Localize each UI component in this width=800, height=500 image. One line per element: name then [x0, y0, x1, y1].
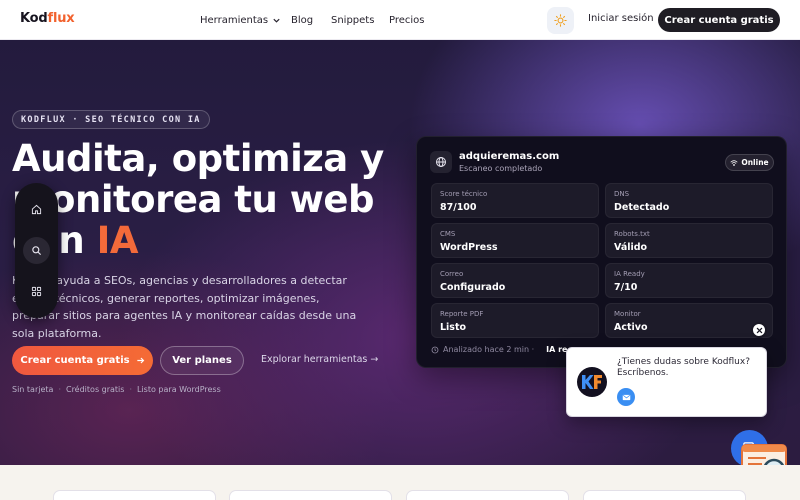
site-header: Kodflux Herramientas Blog Snippets Preci…: [0, 0, 800, 40]
stat-dns: DNS Detectado: [605, 183, 773, 218]
hero-description: Kodflux ayuda a SEOs, agencias y desarro…: [12, 274, 357, 340]
globe-icon: [436, 157, 446, 167]
chat-close-button[interactable]: [751, 322, 767, 338]
stat-pdf-report: Reporte PDF Listo: [431, 303, 599, 338]
separator-dot: ·: [58, 385, 61, 394]
home-icon: [31, 204, 42, 215]
chat-email-button[interactable]: [617, 388, 635, 406]
stat-robots: Robots.txt Válido: [605, 223, 773, 258]
nav-precios[interactable]: Precios: [389, 15, 425, 26]
explore-tools-link[interactable]: Explorar herramientas →: [261, 354, 378, 365]
features-section: [0, 465, 800, 500]
kodflux-avatar-logo: [577, 367, 607, 397]
scan-status: Escaneo completado: [459, 164, 543, 173]
separator-dot: ·: [129, 385, 132, 394]
stat-score: Score técnico 87/100: [431, 183, 599, 218]
feature-card: [406, 490, 569, 500]
create-account-button[interactable]: Crear cuenta gratis: [658, 8, 780, 32]
chat-popup: ¿Tienes dudas sobre Kodflux? Escríbenos.: [566, 347, 767, 417]
floating-toolbar: [15, 183, 58, 318]
login-link[interactable]: Iniciar sesión: [588, 13, 654, 24]
sun-icon: [554, 14, 567, 27]
nav-blog[interactable]: Blog: [291, 15, 313, 26]
footnote: Créditos gratis: [65, 385, 125, 394]
scanned-domain: adquieremas.com: [459, 151, 560, 162]
kodflux-logo[interactable]: Kodflux: [20, 11, 75, 26]
hero-footnotes: Sin tarjeta · Créditos gratis · Listo pa…: [12, 385, 221, 394]
toolbar-apps-button[interactable]: [23, 278, 50, 305]
footnote: Sin tarjeta: [12, 385, 54, 394]
view-plans-button[interactable]: Ver planes: [160, 346, 244, 375]
online-status-badge: Online: [725, 154, 774, 171]
toolbar-home-button[interactable]: [23, 196, 50, 223]
nav-snippets[interactable]: Snippets: [331, 15, 374, 26]
hero-create-account-button[interactable]: Crear cuenta gratis: [12, 346, 153, 375]
dashboard-card: adquieremas.com Escaneo completado Onlin…: [416, 136, 787, 368]
theme-toggle-button[interactable]: [547, 7, 574, 34]
chevron-down-icon: [273, 18, 280, 23]
hero-badge: KODFLUX · SEO TÉCNICO CON IA: [12, 110, 210, 129]
hero-headline: Audita, optimiza y monitorea tu web con …: [12, 137, 384, 262]
feature-card: [583, 490, 746, 500]
nav-herramientas[interactable]: Herramientas: [200, 15, 281, 26]
kf-logo-icon: [582, 375, 602, 389]
chat-message: ¿Tienes dudas sobre Kodflux? Escríbenos.: [617, 357, 750, 378]
clock-icon: [431, 346, 439, 353]
feature-card: [53, 490, 216, 500]
stat-monitor: Monitor Activo: [605, 303, 773, 338]
feature-card: [229, 490, 392, 500]
wifi-icon: [730, 159, 738, 166]
close-icon: [756, 327, 762, 333]
stat-ia-ready: IA Ready 7/10: [605, 263, 773, 298]
mail-icon: [622, 394, 630, 400]
toolbar-search-button[interactable]: [23, 237, 50, 264]
search-icon: [32, 246, 42, 256]
globe-icon-wrap: [430, 151, 452, 173]
arrow-right-icon: [136, 357, 144, 364]
stat-cms: CMS WordPress: [431, 223, 599, 258]
footnote: Listo para WordPress: [137, 385, 221, 394]
stat-email: Correo Configurado: [431, 263, 599, 298]
grid-icon: [31, 286, 42, 297]
